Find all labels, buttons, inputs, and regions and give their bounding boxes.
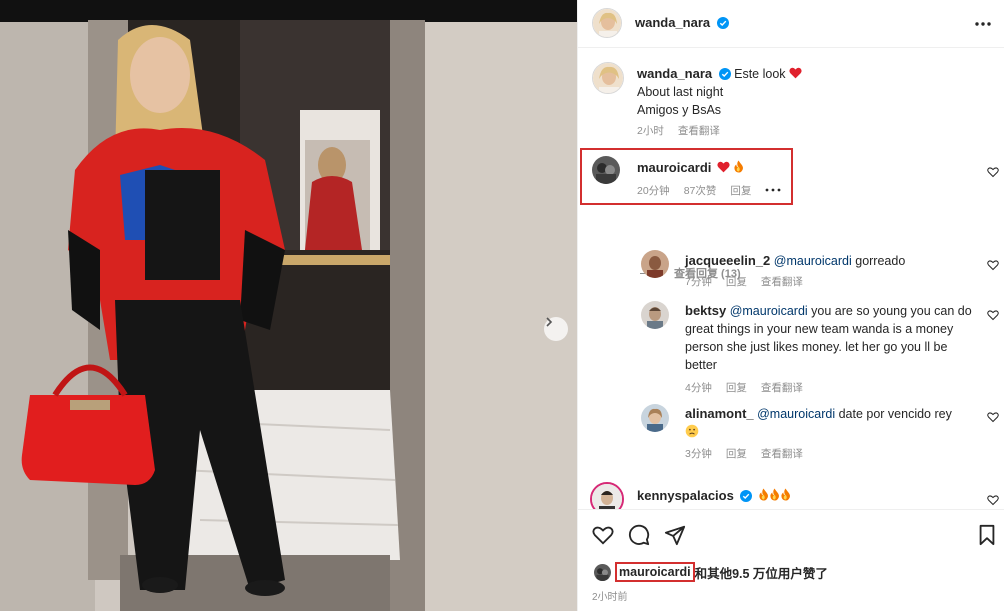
avatar-image — [593, 9, 621, 37]
author-username[interactable]: wanda_nara — [635, 15, 710, 30]
red-heart-emoji-icon — [789, 67, 802, 79]
comment-time: 20分钟 — [637, 185, 670, 197]
comment-avatar-kennyspalacios[interactable] — [590, 482, 624, 509]
post-actions: mauroicardi 和其他9.5 万位用户赞了 2小时前 — [578, 509, 1004, 611]
caption-text-2: About last night — [637, 85, 724, 99]
comment-body: kennyspalacios — [637, 487, 937, 505]
bookmark-save-icon[interactable] — [976, 524, 998, 546]
like-comment-heart-icon[interactable] — [987, 411, 999, 423]
header-author: wanda_nara — [635, 15, 729, 30]
like-comment-heart-icon[interactable] — [987, 309, 999, 321]
red-heart-emoji-icon — [717, 161, 730, 173]
reply-translate-link[interactable]: 查看翻译 — [761, 446, 803, 461]
post-sidebar: wanda_nara wanda_nara Este look About la… — [577, 0, 1004, 611]
reply-meta: 7分钟 回复 查看翻译 — [685, 274, 975, 289]
reply-mention[interactable]: @mauroicardi — [730, 304, 808, 318]
caption-avatar[interactable] — [592, 62, 624, 94]
comment-kennyspalacios: kennyspalacios — [637, 487, 937, 505]
avatar-image — [593, 63, 623, 93]
fire-emoji-icon — [734, 160, 744, 173]
reply-reply-link[interactable]: 回复 — [726, 446, 747, 461]
comment-avatar-mauroicardi[interactable] — [592, 156, 620, 184]
reply-translate-link[interactable]: 查看翻译 — [761, 274, 803, 289]
reply-text: gorreado — [851, 254, 906, 268]
comment-username[interactable]: kennyspalacios — [637, 488, 734, 503]
chevron-right-icon — [546, 317, 553, 327]
reply-reply-link[interactable]: 回复 — [726, 380, 747, 395]
reply-text: date por vencido rey — [835, 407, 952, 421]
author-avatar[interactable] — [592, 8, 622, 38]
liker-avatar[interactable] — [594, 563, 611, 581]
sad-emoji-line — [685, 423, 975, 441]
fire-emoji-icon — [759, 488, 768, 501]
caption-text-1: Este look — [734, 67, 786, 81]
verified-badge-icon — [740, 490, 753, 502]
reply-avatar-jacqueeelin_2[interactable] — [641, 250, 669, 278]
reply-time: 3分钟 — [685, 448, 712, 460]
reply-text: you are so young you can do great things… — [685, 304, 972, 372]
reply-avatar-bektsy[interactable] — [641, 301, 669, 329]
reply-translate-link[interactable]: 查看翻译 — [761, 380, 803, 395]
like-comment-heart-icon[interactable] — [987, 259, 999, 271]
caption-line-1: wanda_nara Este look — [637, 65, 977, 83]
like-heart-icon[interactable] — [592, 524, 614, 546]
like-comment-heart-icon[interactable] — [987, 166, 999, 178]
reply-meta: 3分钟 回复 查看翻译 — [685, 446, 975, 461]
caption-meta: 2小时 查看翻译 — [637, 123, 977, 138]
avatar-image — [641, 301, 669, 329]
reply-reply-link[interactable]: 回复 — [726, 274, 747, 289]
reply-body: bektsy @mauroicardi you are so young you… — [685, 302, 975, 374]
like-comment-heart-icon[interactable] — [987, 494, 999, 506]
avatar-image — [592, 484, 622, 509]
reply-username[interactable]: jacqueeelin_2 — [685, 253, 770, 268]
verified-badge-icon — [716, 17, 729, 29]
comment-reply-link[interactable]: 回复 — [730, 183, 751, 198]
reply-mention[interactable]: @mauroicardi — [774, 254, 852, 268]
fire-emoji-icon — [781, 488, 790, 501]
comment-meta: 20分钟 87次赞 回复 — [637, 183, 787, 198]
reply-jacqueeelin_2: jacqueeelin_2 @mauroicardi gorreado 7分钟 … — [685, 252, 975, 289]
caption-username[interactable]: wanda_nara — [637, 66, 712, 81]
more-horizontal-icon[interactable] — [765, 186, 781, 194]
post-photo[interactable] — [0, 0, 577, 611]
caption-text-3: Amigos y BsAs — [637, 103, 722, 117]
reply-time: 7分钟 — [685, 276, 712, 288]
reply-alinamont_: alinamont_ @mauroicardi date por vencido… — [685, 405, 975, 461]
verified-badge-icon — [718, 68, 731, 80]
next-photo-button[interactable] — [544, 317, 568, 341]
comment-mauroicardi: mauroicardi 20分钟 87次赞 回复 — [637, 159, 787, 198]
post-image-illustration — [0, 0, 577, 611]
avatar-image — [641, 250, 669, 278]
avatar-image — [641, 404, 669, 432]
comments-list[interactable]: wanda_nara Este look About last night Am… — [578, 49, 1004, 509]
liked-by-username[interactable]: mauroicardi — [615, 562, 695, 582]
reply-time: 4分钟 — [685, 382, 712, 394]
reply-avatar-alinamont_[interactable] — [641, 404, 669, 432]
avatar-image — [594, 563, 611, 581]
comment-likes[interactable]: 87次赞 — [684, 183, 717, 198]
fire-emoji-icon — [770, 488, 779, 501]
sad-face-emoji-icon — [685, 424, 699, 438]
post-header: wanda_nara — [578, 0, 1004, 48]
liked-by-rest[interactable]: 和其他9.5 万位用户赞了 — [695, 563, 828, 582]
share-paper-plane-icon[interactable] — [664, 524, 686, 546]
avatar-image — [592, 156, 620, 184]
likes-summary: mauroicardi 和其他9.5 万位用户赞了 — [594, 562, 828, 582]
reply-bektsy: bektsy @mauroicardi you are so young you… — [685, 302, 975, 395]
reply-body: alinamont_ @mauroicardi date por vencido… — [685, 405, 975, 423]
reply-username[interactable]: alinamont_ — [685, 406, 754, 421]
post-time-ago[interactable]: 2小时前 — [592, 588, 628, 603]
comment-username[interactable]: mauroicardi — [637, 160, 711, 175]
reply-meta: 4分钟 回复 查看翻译 — [685, 380, 975, 395]
comment-bubble-icon[interactable] — [628, 524, 650, 546]
comment-body: mauroicardi — [637, 159, 787, 177]
caption: wanda_nara Este look About last night Am… — [637, 65, 977, 138]
caption-translate-link[interactable]: 查看翻译 — [678, 123, 720, 138]
reply-mention[interactable]: @mauroicardi — [757, 407, 835, 421]
caption-time: 2小时 — [637, 125, 664, 137]
more-horizontal-icon[interactable] — [973, 14, 993, 34]
reply-username[interactable]: bektsy — [685, 303, 726, 318]
reply-body: jacqueeelin_2 @mauroicardi gorreado — [685, 252, 975, 270]
